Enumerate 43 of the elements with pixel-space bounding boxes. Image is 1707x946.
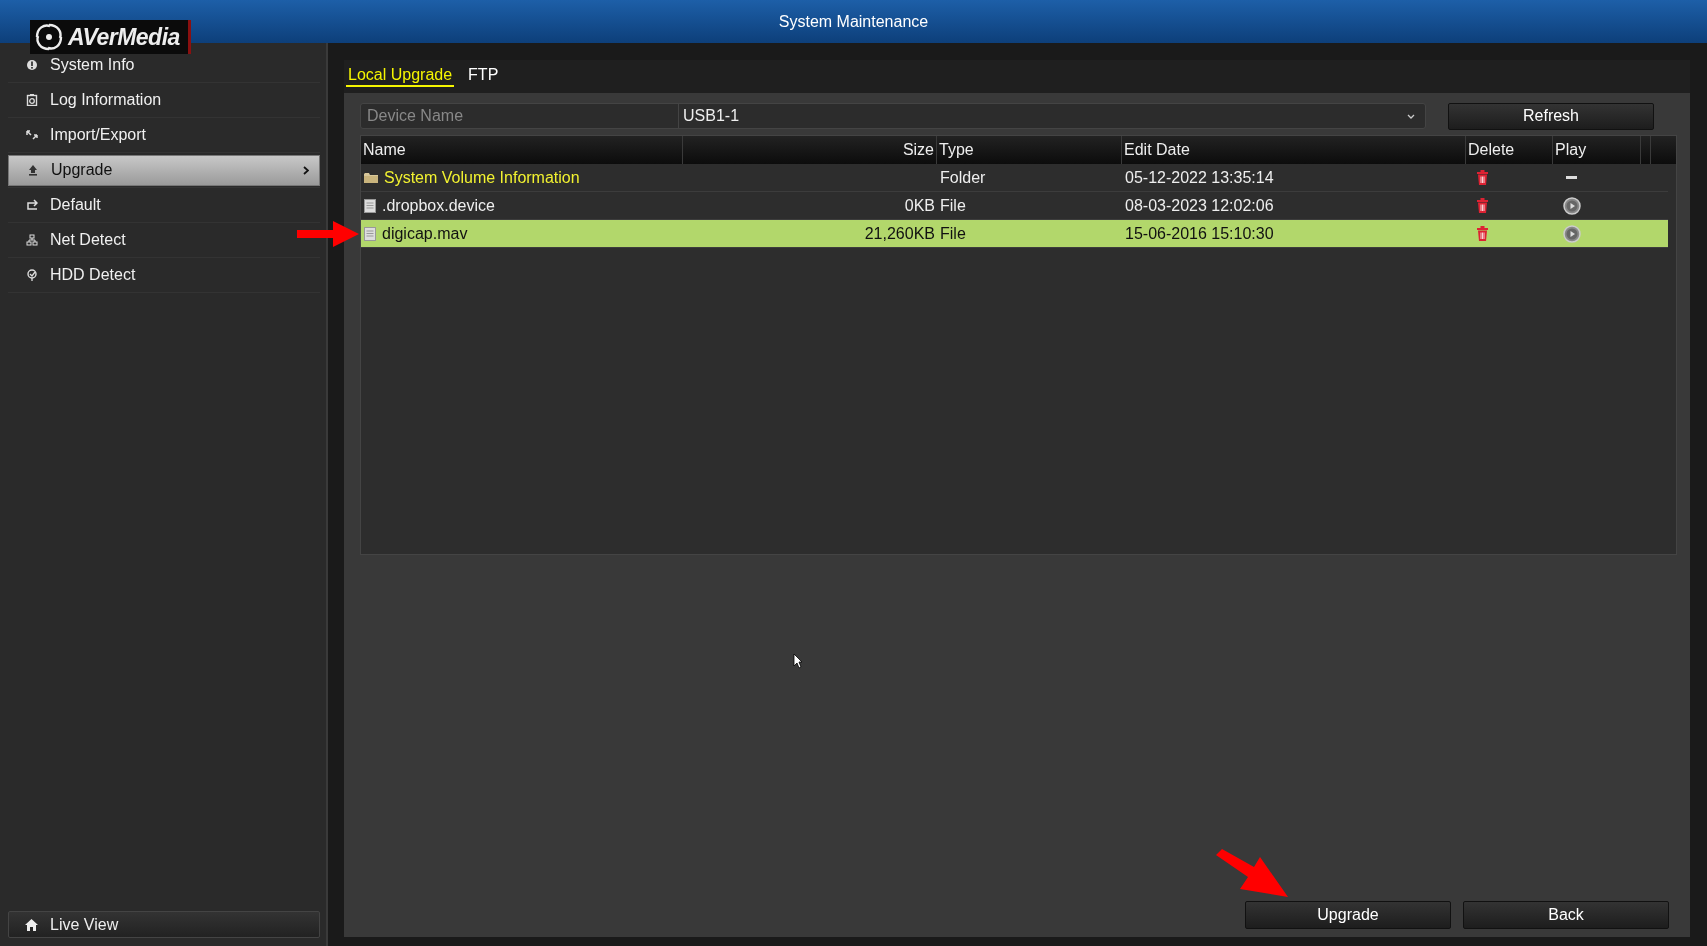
sidebar-item[interactable]: Upgrade <box>8 154 320 186</box>
column-header: Play <box>1553 136 1641 164</box>
refresh-button[interactable]: Refresh <box>1448 102 1654 130</box>
sidebar-label: Default <box>50 196 101 214</box>
file-size: 0KB <box>904 196 935 215</box>
window-title: System Maintenance <box>778 12 929 31</box>
sidebar-item[interactable]: Net Detect <box>16 230 126 250</box>
file-type: File <box>940 224 966 243</box>
sidebar-label: System Info <box>50 56 135 74</box>
device-value: USB1-1 <box>682 107 741 125</box>
column-header: Edit Date <box>1122 136 1466 164</box>
column-header: Delete <box>1466 136 1553 164</box>
file-name: digicap.mav <box>382 224 468 243</box>
sidebar-item[interactable]: Import/Export <box>16 125 147 145</box>
logo-text: AVerMedia <box>68 23 180 51</box>
edit-date: 15-06-2016 15:10:30 <box>1125 224 1274 243</box>
column-header: Name <box>361 136 683 164</box>
sidebar-label: HDD Detect <box>50 266 136 284</box>
file-name: .dropbox.device <box>382 196 495 215</box>
table-row[interactable]: System Volume Information Folder 05-12-2022 13:35:14 <box>361 164 1668 192</box>
sidebar-label: Log Information <box>50 91 162 109</box>
footer-button[interactable]: Upgrade <box>1245 901 1451 929</box>
footer-button[interactable]: Back <box>1463 901 1669 929</box>
device-label: Device Name <box>361 104 679 128</box>
sidebar-item[interactable]: HDD Detect <box>16 265 136 285</box>
file-name: System Volume Information <box>384 168 580 187</box>
sidebar-label: Upgrade <box>51 161 114 179</box>
tab[interactable]: Local Upgrade <box>346 66 455 87</box>
sidebar-label: Import/Export <box>50 126 147 144</box>
sidebar-item[interactable]: System Info <box>16 55 135 75</box>
sidebar-label: Net Detect <box>50 231 126 249</box>
file-size: 21,260KB <box>864 224 935 243</box>
device-select[interactable]: Device Name USB1-1 <box>360 103 1426 129</box>
live-view-button[interactable]: Live View <box>8 911 320 938</box>
file-type: Folder <box>940 168 986 187</box>
sidebar-item[interactable]: Default <box>16 195 101 215</box>
edit-date: 08-03-2023 12:02:06 <box>1125 196 1274 215</box>
edit-date: 05-12-2022 13:35:14 <box>1125 168 1274 187</box>
column-header: Size <box>683 136 937 164</box>
tab[interactable]: FTP <box>466 66 501 87</box>
sidebar-item[interactable]: Log Information <box>16 90 162 110</box>
column-header: Type <box>937 136 1122 164</box>
file-type: File <box>940 196 966 215</box>
